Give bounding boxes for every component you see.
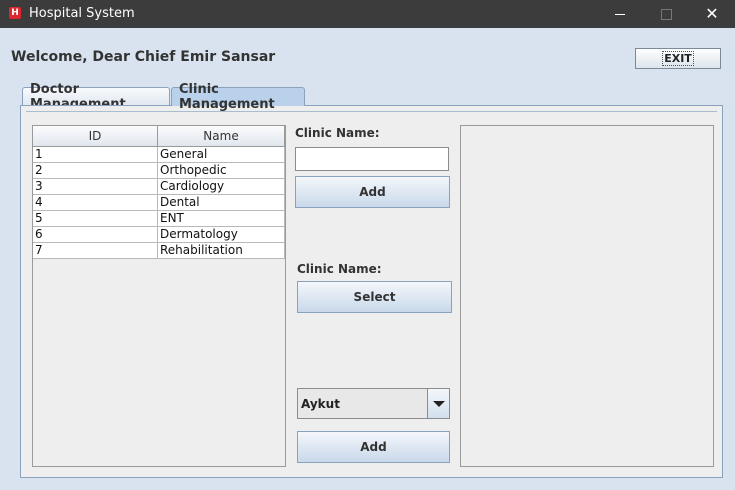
maximize-button[interactable] <box>643 0 689 28</box>
table-row[interactable]: 7 Rehabilitation <box>33 242 285 259</box>
doctor-select-value: Aykut <box>301 397 340 411</box>
combobox-arrow-button[interactable] <box>427 389 449 418</box>
table-row[interactable]: 1 General <box>33 146 285 163</box>
exit-button[interactable]: EXIT <box>635 48 721 69</box>
cell-name[interactable]: Dental <box>157 194 285 211</box>
clinic-doctors-list[interactable] <box>460 125 714 467</box>
table-row[interactable]: 4 Dental <box>33 194 285 211</box>
minimize-button[interactable] <box>597 0 643 28</box>
clinic-table: ID Name 1 General 2 Orthopedic 3 Cardiology… <box>33 126 285 259</box>
tab-doctor-management[interactable]: Doctor Management <box>22 82 170 112</box>
cell-id[interactable]: 3 <box>33 178 158 195</box>
cell-name[interactable]: General <box>157 146 285 163</box>
table-header-row: ID Name <box>33 126 285 147</box>
clinic-name-input[interactable] <box>295 147 449 171</box>
cell-id[interactable]: 5 <box>33 210 158 227</box>
cell-id[interactable]: 1 <box>33 146 158 163</box>
maximize-icon <box>660 8 672 20</box>
table-row[interactable]: 2 Orthopedic <box>33 162 285 179</box>
cell-id[interactable]: 7 <box>33 242 158 259</box>
close-icon: ✕ <box>705 4 719 23</box>
chevron-down-icon <box>432 400 445 407</box>
add-clinic-name-label: Clinic Name: <box>295 126 380 140</box>
cell-name[interactable]: Dermatology <box>157 226 285 243</box>
cell-name[interactable]: Orthopedic <box>157 162 285 179</box>
add-clinic-button[interactable]: Add <box>295 176 450 208</box>
welcome-message: Welcome, Dear Chief Emir Sansar <box>11 49 276 65</box>
column-header-name[interactable]: Name <box>157 126 285 147</box>
add-doctor-to-clinic-button[interactable]: Add <box>297 431 450 463</box>
cell-name[interactable]: ENT <box>157 210 285 227</box>
close-button[interactable]: ✕ <box>689 0 735 28</box>
window-title: Hospital System <box>29 6 135 21</box>
column-header-id[interactable]: ID <box>33 126 158 147</box>
cell-id[interactable]: 6 <box>33 226 158 243</box>
table-row[interactable]: 6 Dermatology <box>33 226 285 243</box>
select-clinic-name-label: Clinic Name: <box>297 262 382 276</box>
cell-name[interactable]: Rehabilitation <box>157 242 285 259</box>
tab-clinic-management[interactable]: Clinic Management <box>171 82 305 112</box>
select-clinic-button[interactable]: Select <box>297 281 452 313</box>
cell-id[interactable]: 4 <box>33 194 158 211</box>
hospital-app-icon: H <box>9 7 21 19</box>
doctor-select-combobox[interactable]: Aykut <box>297 388 450 419</box>
minimize-icon <box>615 13 625 15</box>
clinic-table-scrollpane[interactable]: ID Name 1 General 2 Orthopedic 3 Cardiology… <box>32 125 286 467</box>
exit-button-label: EXIT <box>662 51 694 66</box>
table-row[interactable]: 3 Cardiology <box>33 178 285 195</box>
table-row[interactable]: 5 ENT <box>33 210 285 227</box>
cell-id[interactable]: 2 <box>33 162 158 179</box>
title-bar: H Hospital System ✕ <box>0 0 735 28</box>
cell-name[interactable]: Cardiology <box>157 178 285 195</box>
